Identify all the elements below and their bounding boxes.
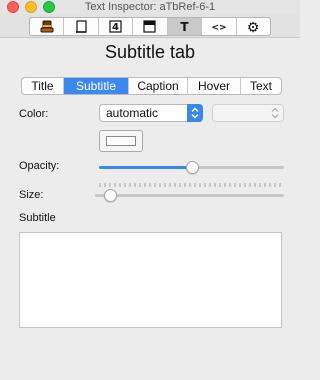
text-inspector-button[interactable]: T	[167, 18, 203, 35]
general-inspector-button[interactable]	[30, 18, 65, 35]
four-icon: 4	[109, 20, 122, 33]
page-title: Subtitle tab	[104, 42, 196, 62]
appearance-inspector-button[interactable]: 4	[99, 18, 134, 35]
tab-text[interactable]: Text	[241, 78, 281, 94]
tab-subtitle[interactable]: Subtitle	[64, 78, 129, 94]
subtitle-text-area[interactable]	[19, 232, 282, 328]
size-slider[interactable]	[95, 194, 284, 197]
color-select-value: automatic	[106, 106, 159, 120]
select-arrows-icon	[270, 106, 280, 120]
hat-icon	[40, 20, 54, 33]
color-well-swatch	[106, 136, 136, 146]
text-icon: T	[180, 20, 189, 33]
window-icon	[143, 20, 157, 33]
inspector-tabs: Title Subtitle Caption Hover Text	[21, 77, 282, 95]
color-label: Color:	[19, 108, 49, 120]
inspector-segmented-control: 4 T <> ⚙	[29, 17, 271, 36]
tab-hover[interactable]: Hover	[188, 78, 241, 94]
title-bar: Text Inspector: aTbRef-6-1	[0, 0, 300, 14]
gear-icon: ⚙	[247, 20, 260, 34]
tab-caption[interactable]: Caption	[129, 78, 188, 94]
opacity-label: Opacity:	[19, 160, 60, 172]
tab-title[interactable]: Title	[22, 78, 64, 94]
svg-text:4: 4	[112, 22, 119, 33]
code-icon: <>	[211, 23, 226, 33]
color-select[interactable]: automatic	[99, 104, 203, 122]
settings-inspector-button[interactable]: ⚙	[237, 18, 270, 35]
opacity-slider-fill	[99, 166, 192, 169]
size-slider-ticks	[99, 183, 281, 187]
color-well[interactable]	[99, 130, 143, 152]
svg-text:<>: <>	[211, 23, 226, 33]
size-label: Size:	[19, 189, 44, 201]
note-icon	[76, 20, 87, 33]
subtitle-label: Subtitle	[19, 212, 56, 224]
svg-text:T: T	[180, 20, 189, 33]
inspector-toolbar: 4 T <> ⚙	[0, 14, 300, 38]
window-title: Text Inspector: aTbRef-6-1	[84, 1, 216, 13]
opacity-slider-knob[interactable]	[186, 161, 199, 174]
select-arrows-icon	[187, 104, 203, 122]
document-inspector-button[interactable]	[133, 18, 168, 35]
action-inspector-button[interactable]: <>	[202, 18, 237, 35]
size-slider-knob[interactable]	[104, 189, 117, 202]
properties-inspector-button[interactable]	[64, 18, 99, 35]
secondary-color-select[interactable]	[212, 104, 284, 122]
svg-text:⚙: ⚙	[247, 20, 260, 34]
